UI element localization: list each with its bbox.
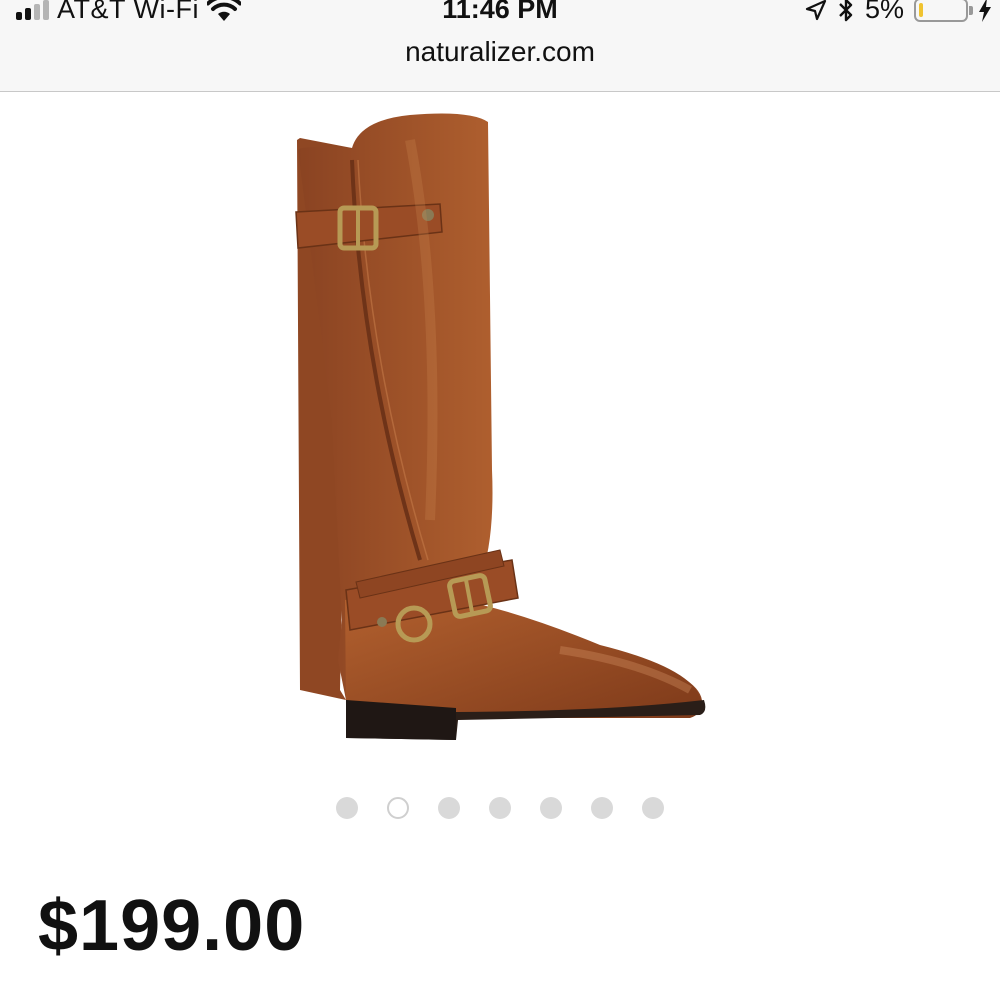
- status-bar: AT&T Wi-Fi 11:46 PM 5%: [0, 0, 1000, 28]
- battery-percent: 5%: [864, 0, 904, 24]
- image-carousel-dots: [336, 797, 664, 819]
- carousel-dot[interactable]: [336, 797, 358, 819]
- carousel-dot[interactable]: [489, 797, 511, 819]
- carousel-dot[interactable]: [642, 797, 664, 819]
- charging-bolt-icon: [979, 0, 991, 22]
- battery-icon: [914, 0, 973, 22]
- tall-brown-riding-boot-image[interactable]: [280, 105, 720, 765]
- battery-nub: [969, 5, 973, 15]
- status-right-group: 5%: [805, 0, 992, 25]
- browser-top-bar: AT&T Wi-Fi 11:46 PM 5% naturalizer.com: [0, 0, 1000, 92]
- carousel-dot[interactable]: [438, 797, 460, 819]
- location-arrow-icon: [805, 0, 827, 20]
- carousel-dot[interactable]: [591, 797, 613, 819]
- carousel-dot[interactable]: [540, 797, 562, 819]
- product-price: $199.00: [38, 886, 306, 966]
- address-bar-url[interactable]: naturalizer.com: [0, 36, 1000, 68]
- battery-fill: [919, 2, 923, 17]
- carousel-dot-active[interactable]: [387, 797, 409, 819]
- bluetooth-icon: [839, 0, 853, 21]
